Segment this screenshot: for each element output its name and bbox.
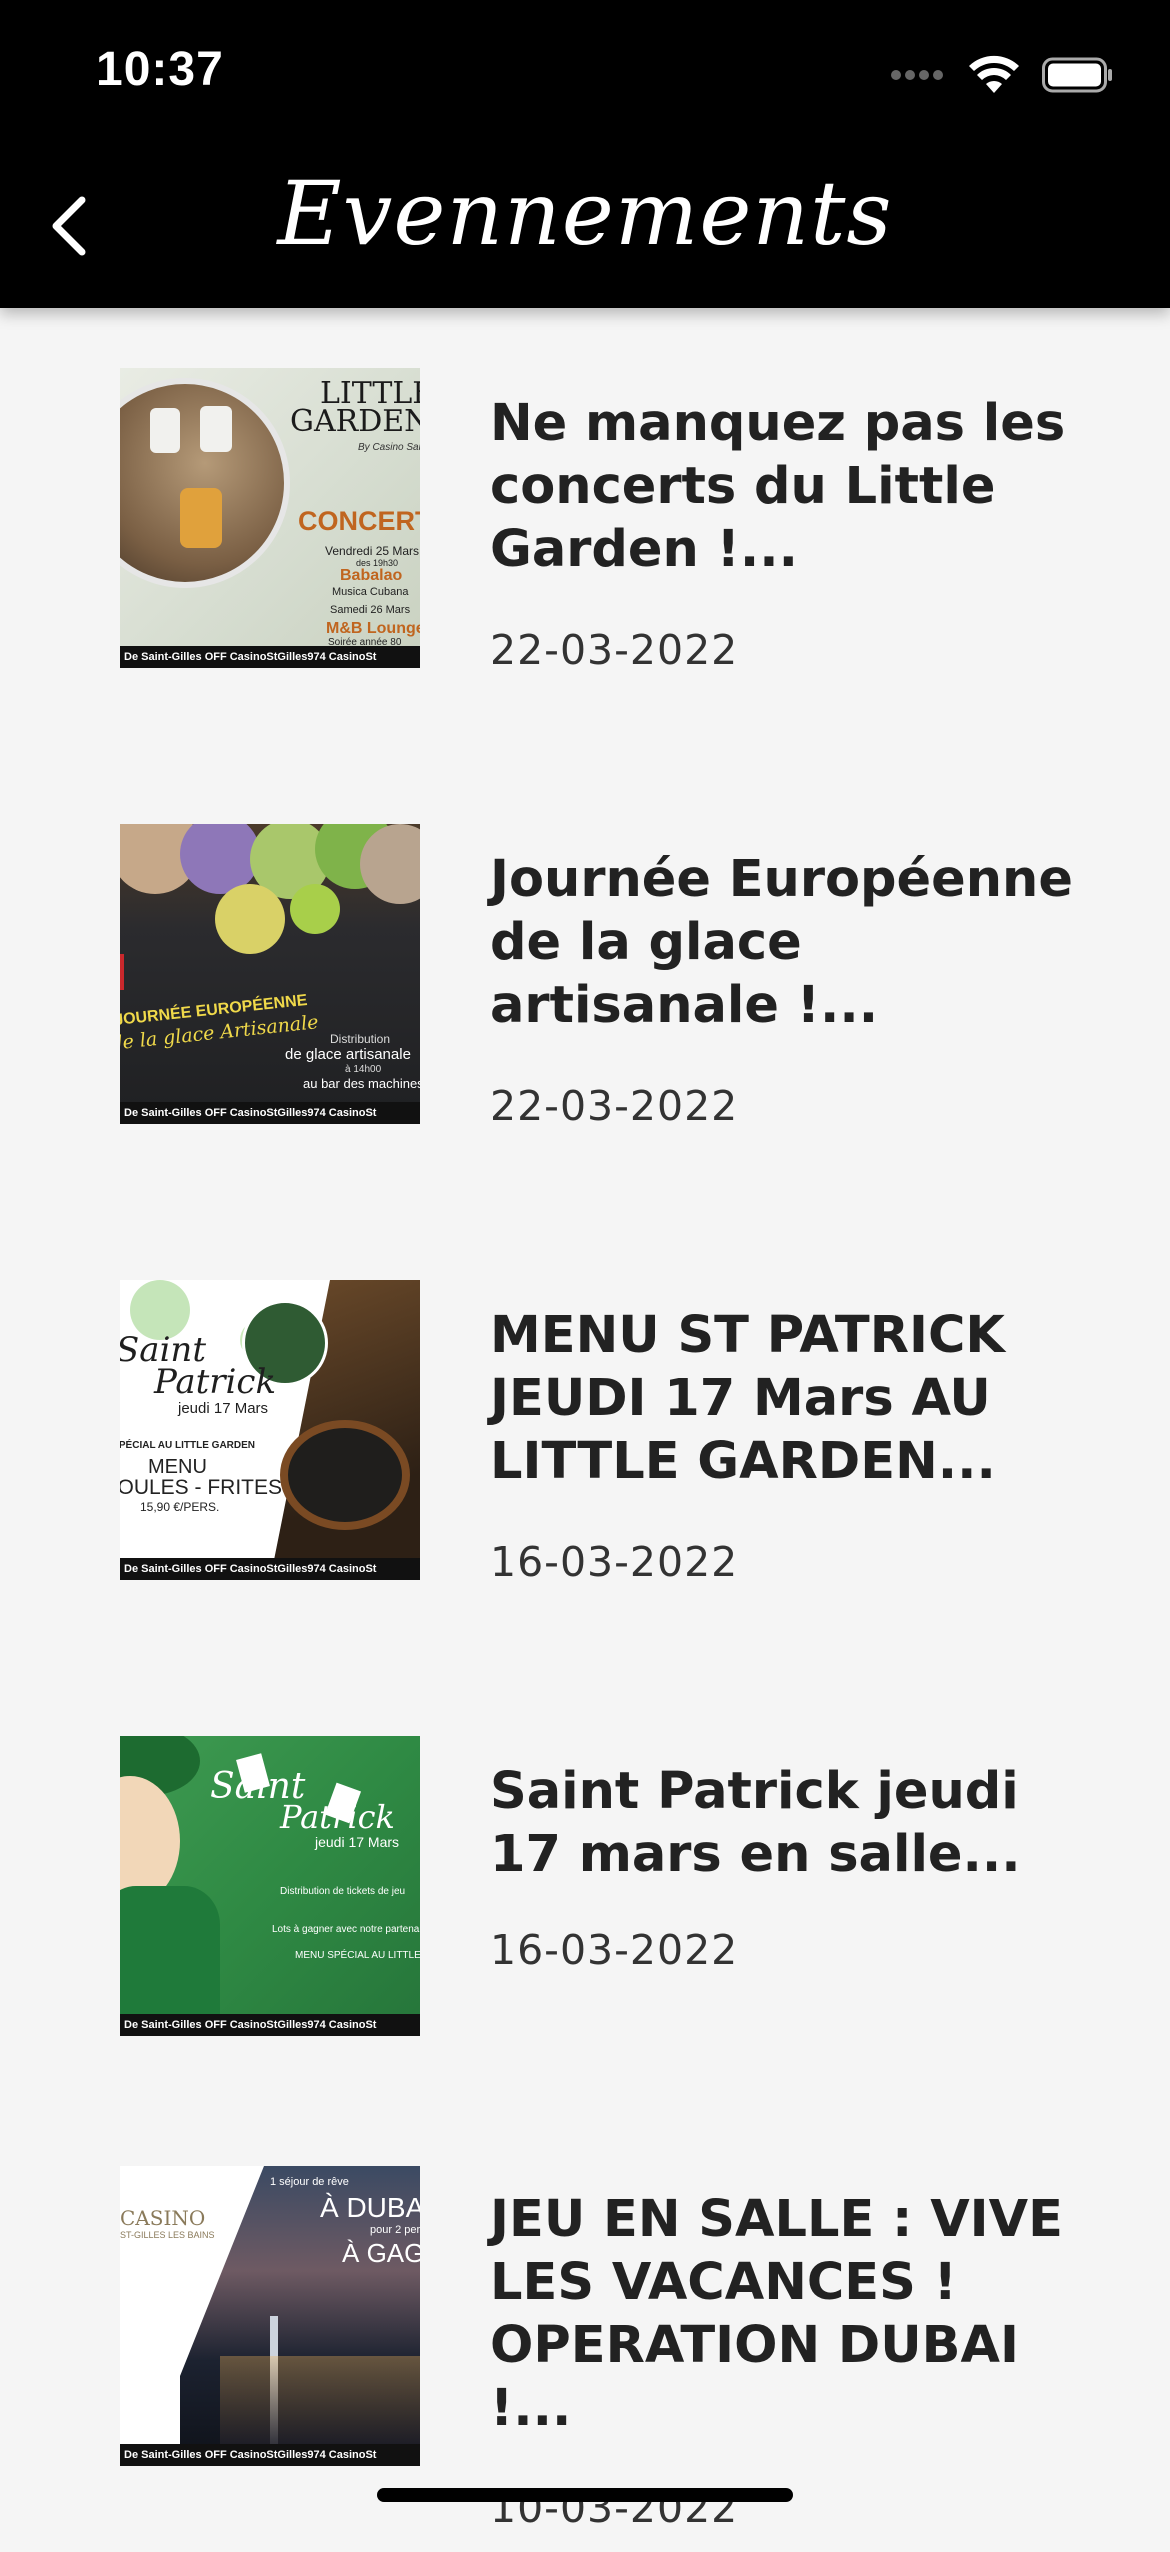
thumb-text: Distribution <box>330 1032 391 1046</box>
event-title: MENU ST PATRICK JEUDI 17 Mars AU LITTLE … <box>490 1306 1005 1491</box>
home-indicator[interactable] <box>377 2488 793 2502</box>
event-date: 22-03-2022 <box>490 1082 739 1130</box>
thumb-footer: De Saint-Gilles OFF CasinoStGilles974 Ca… <box>120 2444 420 2466</box>
thumb-text: Samedi 26 Mars <box>330 604 411 616</box>
thumb-text: Babalao <box>340 567 403 584</box>
thumb-text: À DUBAÏ <box>320 2192 420 2223</box>
thumb-footer: De Saint-Gilles OFF CasinoStGilles974 Ca… <box>120 2014 420 2036</box>
thumb-text: Lots à gagner avec notre partenaire <box>272 1924 420 1935</box>
thumb-text: Patrick <box>154 1362 277 1402</box>
event-date: 16-03-2022 <box>490 1538 739 1586</box>
cellular-signal-icon <box>891 70 943 80</box>
thumb-text: CONCERTS <box>298 506 420 536</box>
page-title: Evennements <box>277 162 893 265</box>
thumb-text: M&B Lounge <box>326 620 420 637</box>
thumb-text: Patrick <box>280 1798 395 1836</box>
event-thumbnail: Saint Patrick jeudi 17 Mars MENU SPÉCIAL… <box>120 1280 420 1580</box>
thumb-text: à 14h00 <box>345 1064 382 1075</box>
event-title: Saint Patrick jeudi 17 mars en salle... <box>490 1762 1021 1884</box>
event-thumbnail: JOURNÉE EUROPÉENNE de la glace Artisanal… <box>120 824 420 1124</box>
thumb-text: By Casino Saint-Gilles <box>358 442 420 453</box>
thumb-text: Musica Cubana <box>332 586 409 598</box>
thumb-text: de glace artisanale <box>285 1046 411 1063</box>
thumb-text: jeudi 17 Mars <box>315 1834 400 1850</box>
status-icons <box>890 50 1114 100</box>
thumb-footer: De Saint-Gilles OFF CasinoStGilles974 Ca… <box>120 646 420 668</box>
thumb-text: MENU SPÉCIAL AU LITTLE GARDEN <box>295 1950 420 1961</box>
thumb-text: 15,90 €/PERS. <box>140 1500 220 1514</box>
event-thumbnail: Saint Patrick jeudi 17 Mars Distribution… <box>120 1736 420 2036</box>
event-title: JEU EN SALLE : VIVE LES VACANCES ! OPERA… <box>490 2190 1063 2438</box>
thumb-text: pour 2 personnes <box>370 2224 420 2236</box>
battery-icon <box>1042 57 1112 93</box>
thumb-text: Vendredi 25 Mars <box>325 544 420 558</box>
thumb-text: MENU SPÉCIAL AU LITTLE GARDEN <box>120 1440 256 1451</box>
event-date: 22-03-2022 <box>490 626 739 674</box>
status-time: 10:37 <box>96 43 224 96</box>
event-title: Journée Européenne de la glace artisanal… <box>490 850 1073 1035</box>
nav-bar: Evennements <box>0 150 1170 308</box>
status-bar: 10:37 <box>0 0 1170 150</box>
list-item[interactable]: LITTLE GARDEN By Casino Saint-Gilles CON… <box>0 308 1170 728</box>
event-thumbnail: LITTLE GARDEN By Casino Saint-Gilles CON… <box>120 368 420 668</box>
event-thumbnail: CASINO ST-GILLES LES BAINS 1 séjour de r… <box>120 2166 420 2466</box>
thumb-text: jeudi 17 Mars <box>178 1400 269 1417</box>
thumb-footer: De Saint-Gilles OFF CasinoStGilles974 Ca… <box>120 1558 420 1580</box>
list-item[interactable]: Saint Patrick jeudi 17 Mars MENU SPÉCIAL… <box>0 1220 1170 1640</box>
thumb-text: 1 séjour de rêve <box>270 2176 349 2188</box>
list-item[interactable]: Saint Patrick jeudi 17 Mars Distribution… <box>0 1676 1170 2096</box>
list-item[interactable]: JOURNÉE EUROPÉENNE de la glace Artisanal… <box>0 764 1170 1184</box>
thumb-text: GARDEN <box>290 404 420 439</box>
thumb-text: À GAGNER <box>342 2238 420 2268</box>
thumb-footer: De Saint-Gilles OFF CasinoStGilles974 Ca… <box>120 1102 420 1124</box>
thumb-text: ST-GILLES LES BAINS <box>120 2230 215 2240</box>
event-title: Ne manquez pas les concerts du Little Ga… <box>490 394 1066 579</box>
thumb-text: au bar des machines <box>303 1076 420 1091</box>
event-date: 16-03-2022 <box>490 1926 739 1974</box>
thumb-text: MOULES - FRITES <box>120 1476 283 1499</box>
wifi-icon <box>969 55 1019 93</box>
thumb-text: Distribution de tickets de jeu <box>280 1886 406 1897</box>
thumb-text: CASINO <box>120 2206 206 2230</box>
